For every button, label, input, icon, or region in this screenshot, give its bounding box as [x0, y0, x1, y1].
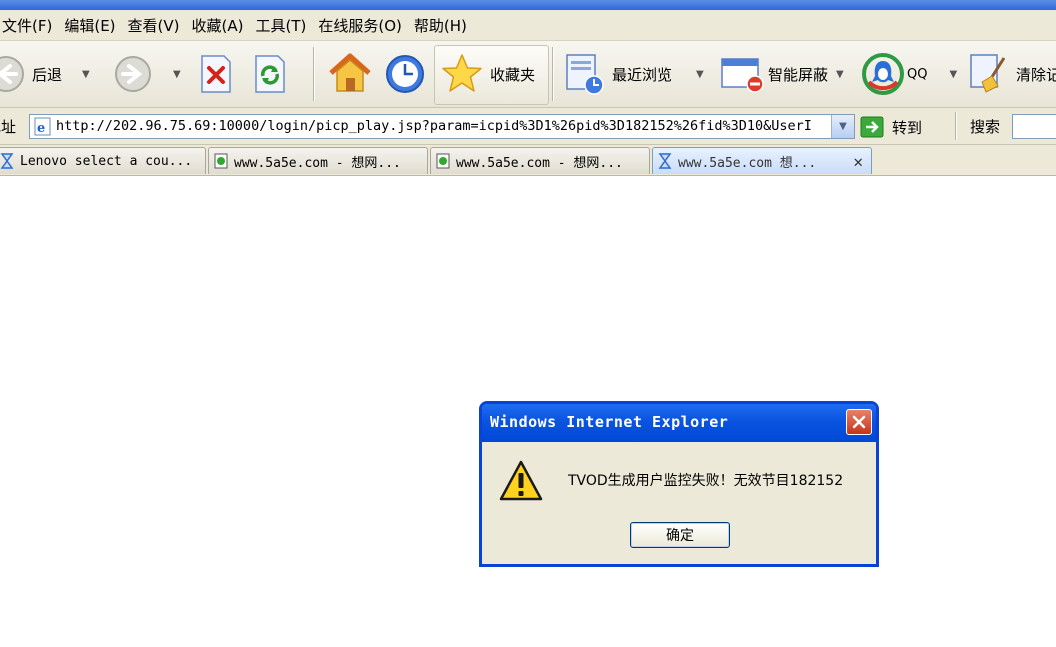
window-titlebar — [0, 0, 1056, 10]
page-icon — [214, 153, 228, 169]
stop-button[interactable] — [198, 41, 234, 107]
go-arrow-icon — [860, 116, 884, 138]
recent-history-dropdown-icon[interactable]: ▼ — [696, 69, 704, 80]
menu-bar: 文件(F) 编辑(E) 查看(V) 收藏(A) 工具(T) 在线服务(O) 帮助… — [0, 10, 1056, 41]
clear-button[interactable]: 清除记 — [968, 41, 1056, 107]
recent-pages-icon — [566, 54, 604, 95]
toolbar-separator — [552, 47, 553, 101]
dialog-title: Windows Internet Explorer — [490, 413, 729, 431]
page-icon — [436, 153, 450, 169]
ie-page-icon: e — [34, 117, 51, 136]
menu-favorites[interactable]: 收藏(A) — [186, 15, 250, 36]
menu-online-services[interactable]: 在线服务(O) — [312, 15, 408, 36]
popup-blocker-dropdown-icon[interactable]: ▼ — [836, 69, 844, 80]
home-icon — [329, 53, 371, 92]
alert-dialog: Windows Internet Explorer TVOD生成用户监控失败！无… — [479, 401, 879, 567]
forward-button[interactable]: ▼ — [113, 41, 181, 107]
tab-lenovo[interactable]: Lenovo select a cou... — [0, 147, 206, 174]
hourglass-icon — [0, 153, 14, 169]
address-url[interactable]: http://202.96.75.69:10000/login/picp_pla… — [56, 118, 828, 134]
popup-blocker-button[interactable]: 智能屏蔽 ▼ — [720, 41, 844, 107]
dialog-message: TVOD生成用户监控失败！无效节目182152 — [568, 473, 844, 489]
back-arrow-icon — [0, 56, 24, 92]
clear-label: 清除记 — [1016, 65, 1056, 84]
qq-dropdown-icon[interactable]: ▼ — [949, 69, 957, 80]
go-button[interactable]: 转到 — [860, 116, 922, 138]
refresh-button[interactable] — [252, 41, 288, 107]
star-icon — [442, 54, 482, 92]
ok-button[interactable]: 确定 — [630, 522, 730, 548]
clock-icon — [386, 55, 424, 93]
favorites-button[interactable]: 收藏夹 — [440, 41, 535, 107]
menu-tools[interactable]: 工具(T) — [249, 15, 312, 36]
back-button[interactable]: 后退 ▼ — [0, 41, 90, 107]
address-dropdown-icon[interactable]: ▼ — [831, 115, 854, 138]
search-label: 搜索 — [970, 118, 1001, 136]
warning-icon — [499, 460, 543, 501]
tab-title: Lenovo select a cou... — [20, 153, 193, 169]
refresh-icon — [255, 55, 285, 93]
search-input[interactable] — [1012, 114, 1056, 139]
menu-view[interactable]: 查看(V) — [122, 15, 186, 36]
toolbar: 后退 ▼ ▼ 收藏夹 最近浏览 ▼ 智能屏蔽 ▼ QQ ▼ 清除记 — [0, 41, 1056, 108]
recent-history-button[interactable]: 最近浏览 ▼ — [564, 41, 704, 107]
tab-close-icon[interactable]: ✕ — [853, 152, 863, 171]
tab-title: www.5a5e.com - 想网... — [234, 155, 401, 171]
address-input[interactable]: e http://202.96.75.69:10000/login/picp_p… — [29, 114, 855, 139]
tab-5a5e-2[interactable]: www.5a5e.com - 想网... — [430, 147, 650, 174]
address-bar: 地址 e http://202.96.75.69:10000/login/pic… — [0, 108, 1056, 145]
history-clock-button[interactable] — [384, 41, 426, 107]
favorites-label: 收藏夹 — [490, 65, 536, 84]
qq-button[interactable]: QQ ▼ — [861, 41, 957, 107]
recent-history-label: 最近浏览 — [612, 65, 673, 84]
qq-label: QQ — [907, 66, 928, 82]
popup-blocker-label: 智能屏蔽 — [768, 65, 829, 84]
menu-edit[interactable]: 编辑(E) — [58, 15, 121, 36]
clear-broom-icon — [970, 54, 1006, 93]
tab-bar: Lenovo select a cou... www.5a5e.com - 想网… — [0, 145, 1056, 176]
dialog-close-button[interactable] — [846, 409, 872, 435]
home-button[interactable] — [327, 41, 373, 107]
back-dropdown-icon[interactable]: ▼ — [82, 69, 90, 80]
tab-5a5e-1[interactable]: www.5a5e.com - 想网... — [208, 147, 428, 174]
menu-file[interactable]: 文件(F) — [0, 15, 58, 36]
forward-dropdown-icon[interactable]: ▼ — [173, 69, 181, 80]
menu-help[interactable]: 帮助(H) — [408, 15, 473, 36]
qq-icon — [862, 53, 904, 95]
toolbar-separator — [313, 47, 314, 101]
stop-icon — [201, 55, 231, 93]
svg-text:e: e — [37, 121, 45, 136]
forward-arrow-icon — [115, 56, 151, 92]
hourglass-icon — [658, 153, 672, 169]
tab-5a5e-active[interactable]: www.5a5e.com 想... ✕ — [652, 147, 872, 174]
address-label: 地址 — [0, 118, 17, 136]
address-separator — [955, 112, 956, 140]
back-label: 后退 — [32, 65, 63, 84]
popup-blocker-icon — [721, 58, 764, 93]
close-icon — [852, 415, 866, 429]
go-label: 转到 — [892, 118, 923, 137]
tab-title: www.5a5e.com 想... — [678, 155, 817, 171]
dialog-titlebar[interactable]: Windows Internet Explorer — [482, 404, 876, 442]
tab-title: www.5a5e.com - 想网... — [456, 155, 623, 171]
